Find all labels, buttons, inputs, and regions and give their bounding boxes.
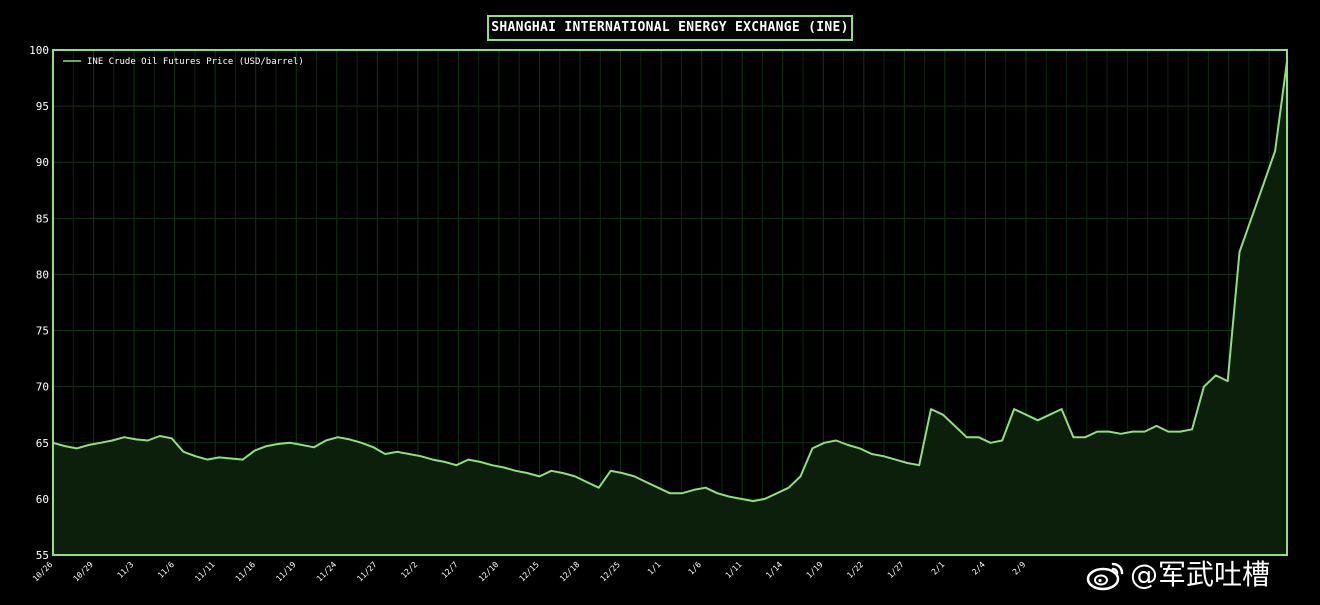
x-tick-label: 1/1: [646, 560, 663, 577]
x-tick-label: 2/4: [970, 560, 987, 577]
y-tick-label: 90: [36, 156, 49, 169]
watermark: @军武吐槽: [1086, 555, 1270, 595]
x-tick-label: 11/16: [234, 560, 258, 584]
x-tick-label: 10/29: [72, 560, 96, 584]
legend: INE Crude Oil Futures Price (USD/barrel): [63, 57, 304, 67]
x-tick-label: 11/24: [315, 560, 339, 584]
x-tick-label: 2/9: [1011, 560, 1028, 577]
x-tick-label: 12/25: [599, 560, 623, 584]
legend-label: INE Crude Oil Futures Price (USD/barrel): [87, 57, 304, 67]
y-tick-label: 60: [36, 493, 49, 506]
x-tick-label: 2/1: [930, 560, 947, 577]
x-tick-label: 12/7: [440, 560, 460, 580]
watermark-text: @军武吐槽: [1130, 558, 1271, 591]
x-tick-label: 12/15: [518, 560, 542, 584]
y-tick-label: 65: [36, 437, 49, 450]
x-tick-label: 1/14: [764, 560, 784, 580]
x-tick-label: 1/22: [845, 560, 865, 580]
x-tick-label: 1/27: [886, 560, 906, 580]
chart-area: 556065707580859095100 10/26 10/29 11/3 11/6…: [29, 44, 1288, 584]
y-tick-label: 70: [36, 381, 49, 394]
x-tick-label: 11/27: [355, 560, 379, 584]
y-tick-label: 100: [29, 44, 49, 57]
x-tick-label: 11/3: [116, 560, 136, 580]
weibo-icon: [1086, 562, 1124, 591]
series-area-fill: [53, 61, 1287, 555]
y-tick-label: 75: [36, 325, 49, 338]
x-tick-label: 10/26: [31, 560, 55, 584]
x-tick-label: 11/11: [193, 560, 217, 584]
y-tick-label: 95: [36, 100, 49, 113]
y-tick-label: 85: [36, 212, 49, 225]
y-axis-ticks: 556065707580859095100: [29, 44, 49, 562]
x-tick-label: 1/11: [724, 560, 744, 580]
y-tick-label: 80: [36, 268, 49, 281]
x-tick-label: 12/18: [558, 560, 582, 584]
x-tick-label: 12/2: [399, 560, 419, 580]
x-axis-ticks: 10/26 10/29 11/3 11/6 11/11 11/16 11/19 11/24 11…: [31, 560, 1028, 584]
x-tick-label: 1/19: [805, 560, 825, 580]
x-tick-label: 11/19: [274, 560, 298, 584]
x-tick-label: 11/6: [156, 560, 176, 580]
x-tick-label: 12/10: [477, 560, 501, 584]
x-tick-label: 1/6: [686, 560, 703, 577]
